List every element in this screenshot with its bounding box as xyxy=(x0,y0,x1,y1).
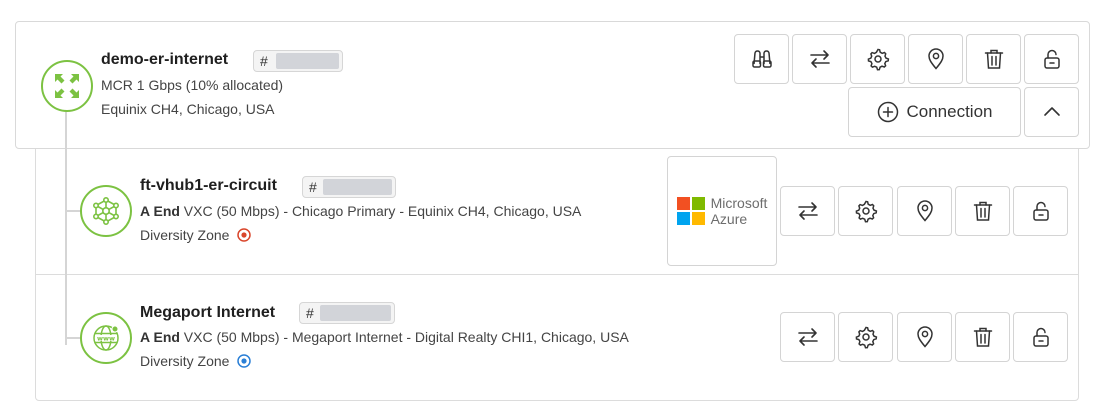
tree-connector-line xyxy=(65,108,67,345)
lock-button[interactable] xyxy=(1013,186,1068,236)
microsoft-azure-logo: Microsoft Azure xyxy=(667,156,777,266)
connection-detail: A End VXC (50 Mbps) - Chicago Primary - … xyxy=(140,203,581,219)
connection-detail: A End VXC (50 Mbps) - Megaport Internet … xyxy=(140,329,629,345)
redacted-id xyxy=(276,53,339,69)
diversity-zone: Diversity Zone xyxy=(140,227,252,243)
map-pin-icon xyxy=(927,48,944,70)
diversity-zone: Diversity Zone xyxy=(140,353,252,369)
swap-arrows-icon xyxy=(809,50,830,68)
settings-button[interactable] xyxy=(838,312,893,362)
tree-branch-line xyxy=(65,210,81,212)
service-id-tag: # xyxy=(253,50,343,72)
move-connection-button[interactable] xyxy=(792,34,847,84)
location-button[interactable] xyxy=(908,34,963,84)
mcr-name: demo-er-internet xyxy=(101,51,229,68)
swap-arrows-icon xyxy=(797,202,818,220)
move-connection-button[interactable] xyxy=(780,186,835,236)
network-nodes-icon xyxy=(80,185,132,237)
gear-icon xyxy=(867,48,889,71)
lock-button[interactable] xyxy=(1013,312,1068,362)
location-button[interactable] xyxy=(897,186,952,236)
looking-glass-button[interactable] xyxy=(734,34,789,84)
unlock-icon xyxy=(1043,49,1060,69)
binoculars-icon xyxy=(751,50,772,68)
logo-text-microsoft: Microsoft xyxy=(710,195,768,211)
map-pin-icon xyxy=(916,200,933,222)
svg-text:www: www xyxy=(97,334,115,342)
trash-icon xyxy=(973,201,992,221)
lock-button[interactable] xyxy=(1024,34,1079,84)
trash-icon xyxy=(973,327,992,347)
mcr-speed: MCR 1 Gbps (10% allocated) xyxy=(101,77,284,93)
move-connection-button[interactable] xyxy=(780,312,835,362)
connection-detail-text: VXC (50 Mbps) - Chicago Primary - Equini… xyxy=(179,203,582,219)
connection-name: ft-vhub1-er-circuit xyxy=(140,177,277,194)
tree-branch-line xyxy=(65,337,81,339)
tag-prefix: # xyxy=(309,179,317,195)
globe-www-icon: www xyxy=(80,312,132,364)
gear-icon xyxy=(855,200,877,223)
diversity-zone-red-icon xyxy=(237,228,252,242)
unlock-icon xyxy=(1032,201,1049,221)
map-pin-icon xyxy=(916,326,933,348)
tag-prefix: # xyxy=(260,53,268,69)
location-button[interactable] xyxy=(897,312,952,362)
diversity-zone-blue-icon xyxy=(237,354,252,368)
swap-arrows-icon xyxy=(797,328,818,346)
plus-circle-icon xyxy=(878,101,899,123)
unlock-icon xyxy=(1032,327,1049,347)
service-id-tag: # xyxy=(302,176,396,198)
diversity-zone-label: Diversity Zone xyxy=(140,227,230,243)
diversity-zone-label: Diversity Zone xyxy=(140,353,230,369)
end-label: A End xyxy=(140,203,180,219)
redacted-id xyxy=(320,305,391,321)
logo-text-azure: Azure xyxy=(710,211,748,227)
settings-button[interactable] xyxy=(838,186,893,236)
delete-button[interactable] xyxy=(966,34,1021,84)
mcr-location: Equinix CH4, Chicago, USA xyxy=(101,101,275,117)
collapse-button[interactable] xyxy=(1024,87,1079,137)
add-connection-label: Connection xyxy=(906,102,993,121)
row-divider xyxy=(36,274,1078,275)
delete-button[interactable] xyxy=(955,186,1010,236)
settings-button[interactable] xyxy=(850,34,905,84)
connection-detail-text: VXC (50 Mbps) - Megaport Internet - Digi… xyxy=(179,329,629,345)
redacted-id xyxy=(323,179,392,195)
delete-button[interactable] xyxy=(955,312,1010,362)
expand-arrows-icon xyxy=(41,60,93,112)
end-label: A End xyxy=(140,329,180,345)
chevron-up-icon xyxy=(1043,107,1060,116)
microsoft-logo-icon xyxy=(676,197,705,225)
add-connection-button[interactable]: Connection xyxy=(848,87,1021,137)
trash-icon xyxy=(984,49,1003,69)
gear-icon xyxy=(855,326,877,349)
service-id-tag: # xyxy=(299,302,395,324)
connection-name: Megaport Internet xyxy=(140,304,276,321)
tag-prefix: # xyxy=(306,305,314,321)
